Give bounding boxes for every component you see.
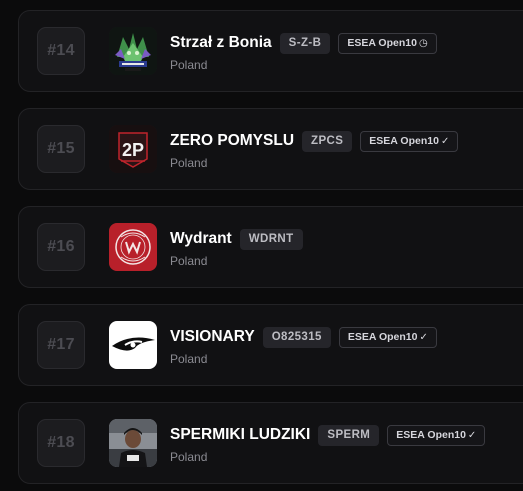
rank-badge: #17 bbox=[37, 321, 85, 369]
team-country: Poland bbox=[170, 254, 208, 268]
rank-badge: #16 bbox=[37, 223, 85, 271]
team-card[interactable]: #18 SPERMIKI LUDZIKI SPERM ESEA Open10 ✓… bbox=[18, 402, 523, 484]
team-card[interactable]: #15 2P ZERO POMYSLU ZPCS ESEA Open10 ✓ P… bbox=[18, 108, 523, 190]
league-badge[interactable]: ESEA Open10 ✓ bbox=[338, 326, 437, 348]
team-country: Poland bbox=[170, 450, 208, 464]
team-country: Poland bbox=[170, 352, 208, 366]
team-country: Poland bbox=[170, 156, 208, 170]
team-logo bbox=[109, 223, 157, 271]
team-name[interactable]: SPERMIKI LUDZIKI bbox=[170, 426, 310, 444]
league-badge[interactable]: ESEA Open10 ✓ bbox=[387, 424, 486, 446]
team-logo: 2P bbox=[109, 125, 157, 173]
rank-badge: #15 bbox=[37, 125, 85, 173]
team-tag: WDRNT bbox=[239, 228, 303, 250]
league-badge-label: ESEA Open10 bbox=[396, 429, 466, 441]
team-card[interactable]: #17 VISIONARY O825315 ESEA Open10 ✓ Pola… bbox=[18, 304, 523, 386]
rank-badge: #14 bbox=[37, 27, 85, 75]
league-badge-label: ESEA Open10 bbox=[369, 135, 439, 147]
team-name[interactable]: Strzał z Bonia bbox=[170, 34, 272, 52]
league-badge-label: ESEA Open10 bbox=[347, 37, 417, 49]
team-name[interactable]: VISIONARY bbox=[170, 328, 255, 346]
checkmark-icon: ✓ bbox=[419, 331, 428, 343]
league-badge-label: ESEA Open10 bbox=[347, 331, 418, 343]
team-tag: SPERM bbox=[318, 424, 380, 446]
team-name[interactable]: ZERO POMYSLU bbox=[170, 132, 294, 150]
team-name[interactable]: Wydrant bbox=[170, 230, 232, 248]
checkmark-icon: ✓ bbox=[440, 135, 450, 147]
team-logo bbox=[109, 419, 157, 467]
team-logo bbox=[109, 321, 157, 369]
team-card[interactable]: #16 Wydrant WDRNT Poland bbox=[18, 206, 523, 288]
checkmark-icon: ✓ bbox=[467, 429, 477, 441]
team-tag: S-Z-B bbox=[279, 32, 331, 54]
team-ranking-list: #14 Strzał z Bonia S-Z-B ESEA Open10 ◷ P… bbox=[0, 0, 523, 491]
team-tag: ZPCS bbox=[302, 130, 353, 152]
league-badge[interactable]: ESEA Open10 ◷ bbox=[338, 32, 437, 54]
rank-badge: #18 bbox=[37, 419, 85, 467]
team-card[interactable]: #14 Strzał z Bonia S-Z-B ESEA Open10 ◷ P… bbox=[18, 10, 523, 92]
clock-icon: ◷ bbox=[418, 37, 428, 49]
logo-monogram: 2P bbox=[122, 140, 144, 160]
team-tag: O825315 bbox=[262, 326, 331, 348]
team-logo bbox=[109, 27, 157, 75]
league-badge[interactable]: ESEA Open10 ✓ bbox=[360, 130, 459, 152]
team-country: Poland bbox=[170, 58, 208, 72]
